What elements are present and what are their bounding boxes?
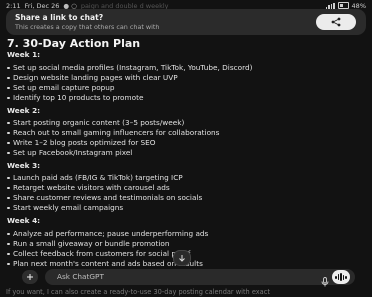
share-icon bbox=[331, 17, 341, 27]
list-item: Retarget website visitors with carousel … bbox=[7, 183, 170, 192]
list-item: Identify top 10 products to promote bbox=[6, 93, 144, 102]
list-item: Write 1–2 blog posts optimized for SEO bbox=[7, 138, 156, 147]
chat-input-placeholder: Ask ChatGPT bbox=[57, 272, 104, 281]
message-preview-text: If you want, I can also create a ready-t… bbox=[6, 288, 270, 296]
list-item: Launch paid ads (FB/IG & TikTok) targeti… bbox=[7, 173, 183, 182]
arrow-down-icon bbox=[179, 255, 185, 262]
waveform-icon bbox=[335, 273, 347, 281]
list-item: Start weekly email campaigns bbox=[6, 203, 124, 212]
add-attachment-button[interactable] bbox=[22, 270, 38, 284]
list-item: Reach out to small gaming influencers fo… bbox=[6, 128, 220, 137]
section-heading: 7. 30-Day Action Plan bbox=[7, 37, 141, 50]
week-heading: Week 2: bbox=[7, 106, 41, 115]
week-heading: Week 1: bbox=[7, 50, 41, 59]
list-item: Share customer reviews and testimonials … bbox=[6, 193, 203, 202]
list-item: Analyze ad performance; pause underperfo… bbox=[6, 229, 209, 238]
week-heading: Week 3: bbox=[7, 161, 41, 170]
share-banner-title: Share a link to chat? bbox=[15, 13, 104, 22]
battery-icon bbox=[337, 2, 349, 9]
plus-icon bbox=[27, 274, 33, 280]
list-item: Set up email capture popup bbox=[7, 83, 115, 92]
list-item: Run a small giveaway or bundle promotion bbox=[7, 239, 170, 248]
week-heading: Week 4: bbox=[7, 216, 41, 225]
share-link-banner: Share a link to chat? This creates a cop… bbox=[6, 9, 366, 35]
share-banner-subtitle: This creates a copy that others can chat… bbox=[15, 23, 160, 31]
chat-input[interactable]: Ask ChatGPT bbox=[45, 269, 355, 287]
list-item: Start posting organic content (3–5 posts… bbox=[6, 118, 185, 127]
list-item: Design website landing pages with clear … bbox=[7, 73, 178, 82]
list-item: Collect feedback from customers for soci… bbox=[6, 249, 191, 258]
list-item: Set up Facebook/Instagram pixel bbox=[6, 148, 133, 157]
signal-icon bbox=[325, 2, 335, 9]
list-item: Set up social media profiles (Instagram,… bbox=[6, 63, 253, 72]
share-button[interactable] bbox=[316, 14, 356, 30]
microphone-icon bbox=[321, 277, 329, 287]
scroll-down-button[interactable] bbox=[173, 250, 191, 266]
voice-mode-button[interactable] bbox=[332, 270, 350, 284]
